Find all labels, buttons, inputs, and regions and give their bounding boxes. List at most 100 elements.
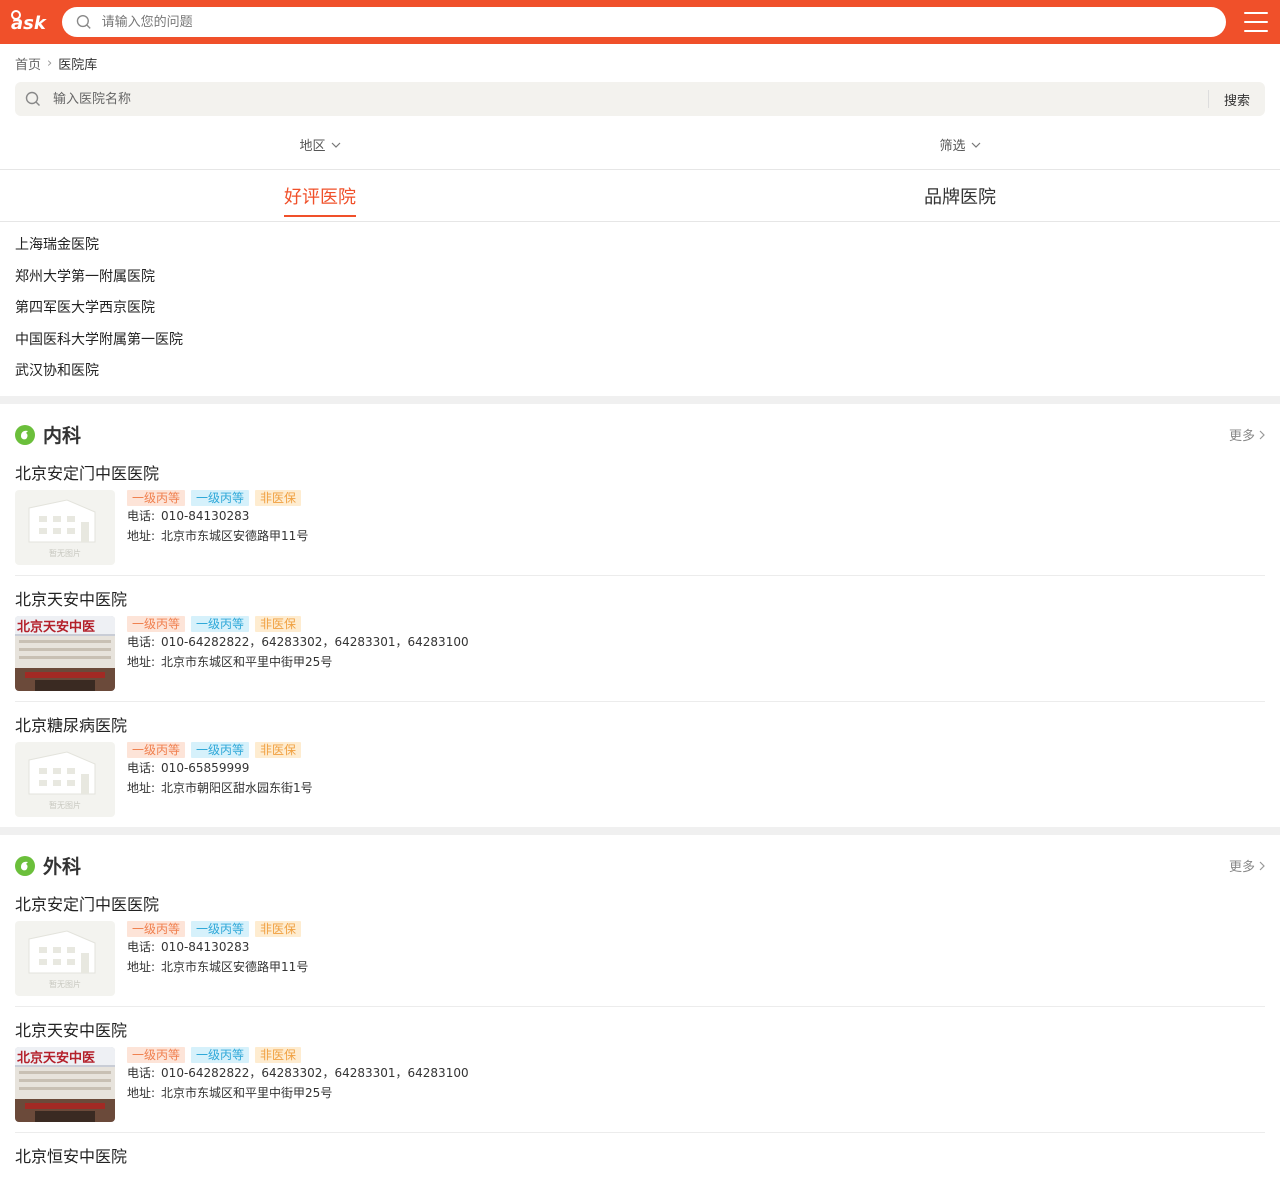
list-item[interactable]: 第四军医大学西京医院: [15, 293, 1265, 325]
breadcrumb: 首页 › 医院库: [0, 44, 1280, 82]
tab-bar: 好评医院 品牌医院: [0, 170, 1280, 222]
tab-brand[interactable]: 品牌医院: [640, 170, 1280, 221]
list-item[interactable]: 武汉协和医院: [15, 356, 1265, 388]
address-line: 地址: 北京市东城区安德路甲11号: [127, 526, 308, 546]
address-label: 地址:: [127, 654, 156, 669]
hospital-search-box: 搜索: [15, 82, 1265, 116]
list-item[interactable]: 上海瑞金医院: [15, 230, 1265, 262]
breadcrumb-home[interactable]: 首页: [15, 54, 41, 73]
phone-value: 010-64282822，64283302，64283301，64283100: [161, 634, 469, 649]
hospital-name[interactable]: 北京安定门中医医院: [15, 893, 1265, 917]
site-logo[interactable]: ask: [8, 7, 52, 37]
address-value: 北京市东城区安德路甲11号: [161, 959, 309, 974]
hospital-grade-tag: 一级丙等: [191, 489, 250, 506]
address-value: 北京市东城区和平里中街甲25号: [161, 1085, 333, 1100]
hospital-grade-tag: 一级丙等: [191, 741, 250, 758]
insurance-tag: 非医保: [255, 615, 302, 632]
filter-bar: 地区 筛选: [0, 120, 1280, 170]
no-image-label: 暂无图片: [49, 800, 81, 810]
hospital-card[interactable]: 北京安定门中医医院 暂无图片 一级丙等 一级丙等 非医保 电话: 010-8413…: [15, 462, 1265, 576]
department-icon: [15, 424, 35, 445]
photo-sign-text: 北京天安中医: [17, 619, 95, 635]
search-icon: [25, 91, 40, 106]
hospital-name-input[interactable]: [51, 90, 1208, 108]
phone-label: 电话:: [127, 939, 156, 954]
phone-label: 电话:: [127, 760, 156, 775]
hospital-name[interactable]: 北京安定门中医医院: [15, 462, 1265, 486]
phone-value: 010-65859999: [161, 760, 250, 775]
hospital-grade-tag: 一级丙等: [191, 920, 250, 937]
menu-icon[interactable]: [1244, 12, 1268, 32]
phone-line: 电话: 010-64282822，64283302，64283301，642831…: [127, 632, 469, 652]
breadcrumb-current: 医院库: [58, 57, 98, 73]
phone-line: 电话: 010-64282822，64283302，64283301，642831…: [127, 1063, 469, 1083]
address-label: 地址:: [127, 959, 156, 974]
hospital-image-placeholder: 暂无图片: [15, 489, 115, 565]
ranking-list: 上海瑞金医院 郑州大学第一附属医院 第四军医大学西京医院 中国医科大学附属第一医…: [0, 222, 1280, 396]
more-link[interactable]: 更多: [1229, 425, 1265, 444]
address-line: 地址: 北京市东城区和平里中街甲25号: [127, 1083, 469, 1103]
phone-label: 电话:: [127, 508, 156, 523]
hospital-card[interactable]: 北京恒安中医院: [15, 1145, 1265, 1179]
hospital-card[interactable]: 北京天安中医院 北京天安中医 一级丙等 一级丙等 非医保 电话: 010-6428…: [15, 1019, 1265, 1133]
search-icon: [76, 14, 91, 29]
hospital-grade-tag: 一级丙等: [127, 920, 186, 937]
insurance-tag: 非医保: [255, 1046, 302, 1063]
section-title-text: 内科: [43, 425, 82, 447]
section-header: 内科 更多: [15, 404, 1265, 462]
phone-value: 010-84130283: [161, 508, 250, 523]
department-section: 内科 更多 北京安定门中医医院 暂无图片 一级丙等 一级丙等 非医保 电话: 01…: [0, 404, 1280, 827]
phone-value: 010-64282822，64283302，64283301，64283100: [161, 1065, 469, 1080]
hospital-card[interactable]: 北京糖尿病医院 暂无图片 一级丙等 一级丙等 非医保 电话: 010-658599…: [15, 714, 1265, 827]
hospital-name[interactable]: 北京恒安中医院: [15, 1145, 1265, 1169]
photo-sign-text: 北京天安中医: [17, 1050, 95, 1066]
phone-line: 电话: 010-84130283: [127, 506, 308, 526]
address-value: 北京市东城区安德路甲11号: [161, 528, 309, 543]
chevron-down-icon: [331, 142, 340, 148]
address-label: 地址:: [127, 780, 156, 795]
list-item[interactable]: 郑州大学第一附属医院: [15, 262, 1265, 294]
tag-list: 一级丙等 一级丙等 非医保: [127, 920, 308, 937]
tag-list: 一级丙等 一级丙等 非医保: [127, 615, 469, 632]
section-title: 内科: [15, 421, 81, 448]
tag-list: 一级丙等 一级丙等 非医保: [127, 489, 308, 506]
chevron-down-icon: [971, 142, 980, 148]
hospital-grade-tag: 一级丙等: [127, 489, 186, 506]
hospital-image-placeholder: 暂无图片: [15, 920, 115, 996]
hospital-grade-tag: 一级丙等: [191, 1046, 250, 1063]
screen-filter[interactable]: 筛选: [640, 120, 1280, 169]
search-button[interactable]: 搜索: [1209, 90, 1265, 109]
no-image-label: 暂无图片: [49, 548, 81, 558]
tag-list: 一级丙等 一级丙等 非医保: [127, 741, 313, 758]
more-label: 更多: [1228, 429, 1255, 444]
hospital-card[interactable]: 北京天安中医院 北京天安中医 一级丙等 一级丙等 非医保 电话: 010-6428…: [15, 588, 1265, 702]
insurance-tag: 非医保: [255, 489, 302, 506]
section-divider: [0, 826, 1280, 835]
hospital-name[interactable]: 北京糖尿病医院: [15, 714, 1265, 738]
top-search-box[interactable]: [62, 7, 1226, 37]
department-icon: [15, 855, 35, 876]
more-link[interactable]: 更多: [1229, 856, 1265, 875]
region-filter[interactable]: 地区: [0, 120, 640, 169]
hospital-grade-tag: 一级丙等: [191, 615, 250, 632]
top-bar: ask: [0, 0, 1280, 44]
list-item[interactable]: 中国医科大学附属第一医院: [15, 325, 1265, 357]
phone-value: 010-84130283: [161, 939, 250, 954]
section-title: 外科: [15, 852, 81, 879]
chevron-right-icon: ›: [47, 55, 53, 71]
hospital-name[interactable]: 北京天安中医院: [15, 1019, 1265, 1043]
tab-label: 品牌医院: [924, 186, 996, 208]
no-image-label: 暂无图片: [49, 979, 81, 989]
hospital-photo: 北京天安中医: [15, 1046, 115, 1122]
hospital-card[interactable]: 北京安定门中医医院 暂无图片 一级丙等 一级丙等 非医保 电话: 010-8413…: [15, 893, 1265, 1007]
hospital-name[interactable]: 北京天安中医院: [15, 588, 1265, 612]
hospital-image-placeholder: 暂无图片: [15, 741, 115, 817]
section-divider: [0, 395, 1280, 404]
svg-text:ask: ask: [11, 13, 47, 34]
address-value: 北京市东城区和平里中街甲25号: [161, 654, 333, 669]
insurance-tag: 非医保: [255, 920, 302, 937]
question-search-input[interactable]: [99, 13, 1226, 31]
phone-line: 电话: 010-65859999: [127, 758, 313, 778]
address-line: 地址: 北京市东城区和平里中街甲25号: [127, 652, 469, 672]
tab-top-rated[interactable]: 好评医院: [0, 170, 640, 221]
